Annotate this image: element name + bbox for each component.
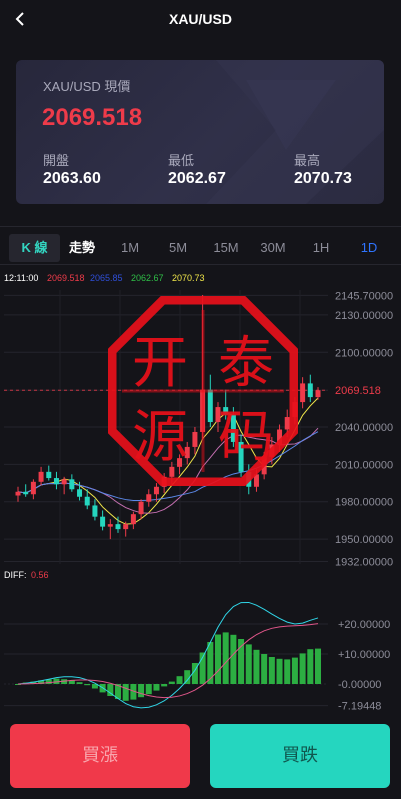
quote-card: XAU/USD 現價 2069.518 開盤 2063.60 最低 2062.6… [16, 60, 384, 204]
candle-body [307, 383, 313, 398]
candle-body [123, 524, 129, 530]
candle-body [315, 390, 321, 398]
y-tick-label: +20.00000 [338, 619, 390, 631]
candle-body [30, 481, 36, 495]
macd-bar [45, 679, 52, 684]
period-tabs: K 線 走勢 1M 5M 15M 30M 1H 1D [0, 232, 401, 264]
candle-body [100, 516, 106, 527]
macd-bar [145, 684, 152, 695]
candle-body [138, 501, 144, 515]
macd-bar [299, 653, 306, 684]
macd-bar [276, 658, 283, 684]
tab-5m[interactable]: 5M [160, 234, 196, 262]
y-tick-label: -0.00000 [338, 679, 381, 691]
macd-bar [222, 632, 229, 684]
page-title: XAU/USD [168, 11, 232, 27]
macd-bar [261, 654, 268, 684]
candle-body [84, 496, 90, 506]
macd-bar [238, 639, 245, 684]
high-value: 2070.73 [294, 170, 352, 187]
candle-body [300, 383, 306, 403]
pair-label: XAU/USD 現價 [43, 79, 131, 94]
top-bar: XAU/USD [0, 0, 401, 40]
y-tick-label: 2130.00000 [335, 310, 393, 322]
macd-bar [307, 649, 314, 684]
buy-down-button[interactable]: 買跌 [210, 724, 390, 788]
macd-bar [138, 684, 145, 698]
legend-ma2: 2065.85 [90, 273, 123, 283]
macd-bar [315, 648, 321, 684]
y-tick-label: -7.19448 [338, 701, 381, 713]
legend-time: 12:11:00 [4, 273, 38, 283]
tab-1m[interactable]: 1M [112, 234, 148, 262]
y-tick-label: 1950.00000 [335, 534, 393, 546]
low-value: 2062.67 [168, 170, 226, 187]
y-tick-label: 2145.70000 [335, 290, 393, 302]
macd-bar [268, 657, 275, 684]
macd-bar [84, 684, 91, 686]
tab-30m[interactable]: 30M [253, 234, 293, 262]
macd-bar [245, 644, 252, 684]
y-tick-label: 2010.00000 [335, 459, 393, 471]
legend-ma3: 2062.67 [131, 273, 164, 283]
candle-body [92, 505, 98, 517]
candle-body [69, 479, 75, 490]
macd-bar [161, 684, 168, 687]
watermark-char-2: 泰 [218, 331, 274, 396]
macd-bar [253, 649, 260, 684]
y-tick-label: 1932.00000 [335, 557, 393, 568]
macd-bar [284, 659, 291, 684]
macd-bar [168, 681, 175, 684]
watermark-char-1: 开 [132, 331, 188, 396]
macd-bar [207, 642, 214, 684]
candle-body [77, 489, 83, 497]
macd-label: DIFF: [4, 570, 27, 580]
candle-body [15, 491, 21, 496]
tab-15m[interactable]: 15M [206, 234, 246, 262]
macd-bar [230, 634, 237, 684]
macd-chart[interactable]: +20.00000 +10.00000 -0.00000 -7.19448 DIFF:… [0, 568, 401, 714]
legend-ma4: 2070.73 [172, 273, 205, 283]
y-tick-label: +10.00000 [338, 649, 390, 661]
candle-body [153, 486, 159, 495]
macd-bar [76, 682, 83, 684]
macd-bar [215, 634, 221, 684]
open-value: 2063.60 [43, 170, 101, 187]
y-tick-label: 1980.00000 [335, 497, 393, 509]
candle-body [23, 491, 29, 495]
divider [0, 264, 401, 265]
diff-line [17, 601, 319, 709]
high-label: 最高 [294, 153, 321, 168]
candle-body [46, 471, 52, 479]
buy-up-button[interactable]: 買漲 [10, 724, 190, 788]
tab-kline[interactable]: K 線 [9, 234, 60, 262]
watermark-char-4: 码 [218, 405, 274, 470]
macd-bar [176, 676, 183, 684]
watermark-stamp: 开 泰 源 码 [108, 296, 298, 486]
tab-1d[interactable]: 1D [351, 234, 387, 262]
y-tick-label: 2040.00000 [335, 422, 393, 434]
candle-body [38, 471, 44, 482]
low-label: 最低 [168, 153, 195, 168]
candle-body [115, 524, 121, 530]
candle-body [61, 479, 67, 485]
candle-body [53, 478, 59, 485]
candle-body [130, 514, 136, 525]
legend-ma1: 2069.518 [47, 273, 85, 283]
candle-body [107, 524, 113, 527]
tab-trend[interactable]: 走勢 [62, 234, 102, 262]
divider [0, 226, 401, 227]
macd-value: 0.56 [31, 570, 49, 580]
tab-1h[interactable]: 1H [303, 234, 339, 262]
current-price: 2069.518 [42, 104, 143, 131]
open-label: 開盤 [43, 153, 70, 168]
watermark-char-3: 源 [132, 405, 188, 470]
candle-body [146, 494, 152, 502]
macd-bar [122, 684, 129, 701]
y-tick-label: 2069.518 [335, 385, 381, 397]
macd-bar [291, 657, 298, 684]
macd-bar [153, 684, 160, 691]
y-tick-label: 2100.00000 [335, 347, 393, 359]
